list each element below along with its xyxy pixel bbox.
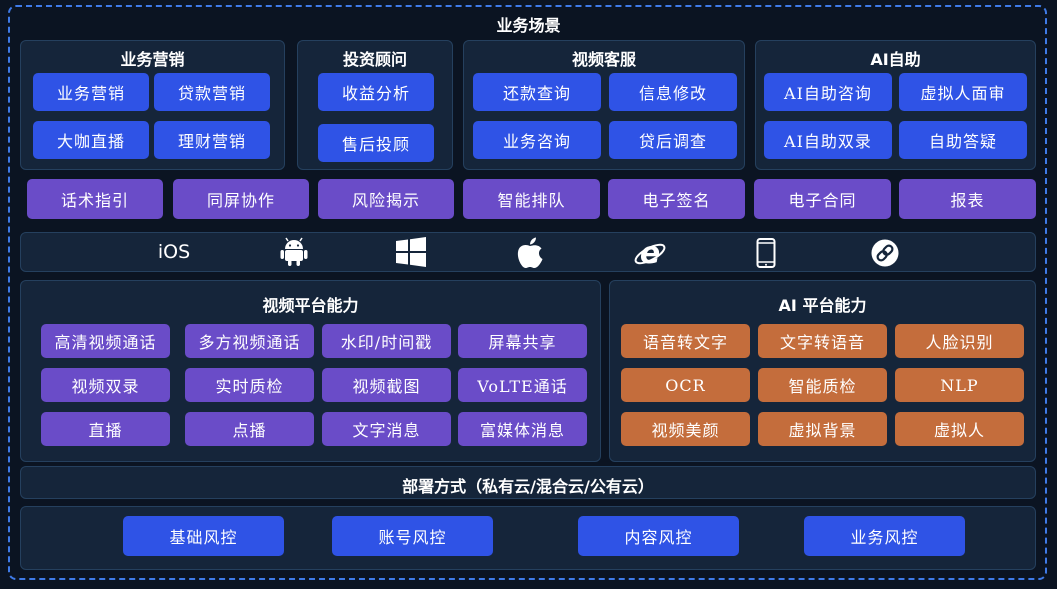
panel-ai-self-service: AI自助 AI自助咨询 虚拟人面审 AI自助双录 自助答疑	[755, 40, 1036, 170]
panel-title-video-service: 视频客服	[571, 50, 636, 69]
ai-smart-qc[interactable]: 智能质检	[758, 368, 887, 402]
risk-account[interactable]: 账号风控	[332, 516, 493, 556]
feature-risk-disclosure[interactable]: 风险揭示	[318, 179, 454, 219]
panel-title-investment: 投资顾问	[342, 50, 407, 69]
android-icon	[278, 236, 310, 268]
vp-multi-video-call[interactable]: 多方视频通话	[185, 324, 314, 358]
btn-ai-self-consult[interactable]: AI自助咨询	[764, 73, 892, 111]
risk-basic[interactable]: 基础风控	[123, 516, 284, 556]
btn-ai-dual-record[interactable]: AI自助双录	[764, 121, 892, 159]
mobile-icon	[752, 236, 780, 270]
page-title: 业务场景	[496, 16, 561, 35]
windows-icon	[394, 236, 428, 268]
panel-video-service: 视频客服 还款查询 信息修改 业务咨询 贷后调查	[463, 40, 745, 170]
btn-info-modify[interactable]: 信息修改	[609, 73, 737, 111]
deployment-bar: 部署方式（私有云/混合云/公有云）	[20, 466, 1036, 499]
risk-business[interactable]: 业务风控	[804, 516, 965, 556]
feature-e-signature[interactable]: 电子签名	[608, 179, 745, 219]
vp-live[interactable]: 直播	[41, 412, 170, 446]
vp-video-dual-record[interactable]: 视频双录	[41, 368, 170, 402]
btn-self-qa[interactable]: 自助答疑	[899, 121, 1027, 159]
ai-ocr[interactable]: OCR	[621, 368, 750, 402]
panel-title-ai-platform: AI 平台能力	[778, 296, 867, 315]
panel-investment: 投资顾问 收益分析 售后投顾	[297, 40, 453, 170]
ai-nlp[interactable]: NLP	[895, 368, 1024, 402]
deployment-title: 部署方式（私有云/混合云/公有云）	[402, 477, 654, 496]
vp-volte-call[interactable]: VoLTE通话	[458, 368, 587, 402]
btn-virtual-interview[interactable]: 虚拟人面审	[899, 73, 1027, 111]
btn-after-sales-advisory[interactable]: 售后投顾	[318, 124, 434, 162]
vp-rich-media-message[interactable]: 富媒体消息	[458, 412, 587, 446]
vp-vod[interactable]: 点播	[185, 412, 314, 446]
feature-screen-collab[interactable]: 同屏协作	[173, 179, 309, 219]
ai-face-recognition[interactable]: 人脸识别	[895, 324, 1024, 358]
risk-content[interactable]: 内容风控	[578, 516, 739, 556]
vp-text-message[interactable]: 文字消息	[322, 412, 451, 446]
vp-hd-video-call[interactable]: 高清视频通话	[41, 324, 170, 358]
vp-video-screenshot[interactable]: 视频截图	[322, 368, 451, 402]
ai-text-to-speech[interactable]: 文字转语音	[758, 324, 887, 358]
panel-title-video-platform: 视频平台能力	[262, 296, 359, 315]
apple-icon	[514, 236, 546, 270]
btn-repayment-query[interactable]: 还款查询	[473, 73, 601, 111]
btn-post-loan-survey[interactable]: 贷后调查	[609, 121, 737, 159]
btn-live-stream[interactable]: 大咖直播	[33, 121, 149, 159]
svg-text:e: e	[640, 237, 660, 269]
panel-marketing: 业务营销 业务营销 贷款营销 大咖直播 理财营销	[20, 40, 285, 170]
vp-screen-share[interactable]: 屏幕共享	[458, 324, 587, 358]
feature-e-contract[interactable]: 电子合同	[754, 179, 891, 219]
btn-business-marketing[interactable]: 业务营销	[33, 73, 149, 111]
ios-label: iOS	[157, 241, 191, 263]
ai-speech-to-text[interactable]: 语音转文字	[621, 324, 750, 358]
ai-virtual-background[interactable]: 虚拟背景	[758, 412, 887, 446]
link-icon	[869, 237, 901, 269]
feature-smart-queue[interactable]: 智能排队	[463, 179, 600, 219]
feature-script-guide[interactable]: 话术指引	[27, 179, 163, 219]
ai-video-beauty[interactable]: 视频美颜	[621, 412, 750, 446]
vp-watermark-timestamp[interactable]: 水印/时间戳	[322, 324, 451, 358]
panel-title-ai-self-service: AI自助	[870, 50, 921, 69]
btn-business-consult[interactable]: 业务咨询	[473, 121, 601, 159]
btn-wealth-marketing[interactable]: 理财营销	[154, 121, 270, 159]
btn-return-analysis[interactable]: 收益分析	[318, 73, 434, 111]
ai-virtual-human[interactable]: 虚拟人	[895, 412, 1024, 446]
vp-realtime-qc[interactable]: 实时质检	[185, 368, 314, 402]
panel-title-marketing: 业务营销	[120, 50, 185, 69]
btn-loan-marketing[interactable]: 贷款营销	[154, 73, 270, 111]
feature-report[interactable]: 报表	[899, 179, 1036, 219]
ie-icon: e	[632, 236, 668, 270]
